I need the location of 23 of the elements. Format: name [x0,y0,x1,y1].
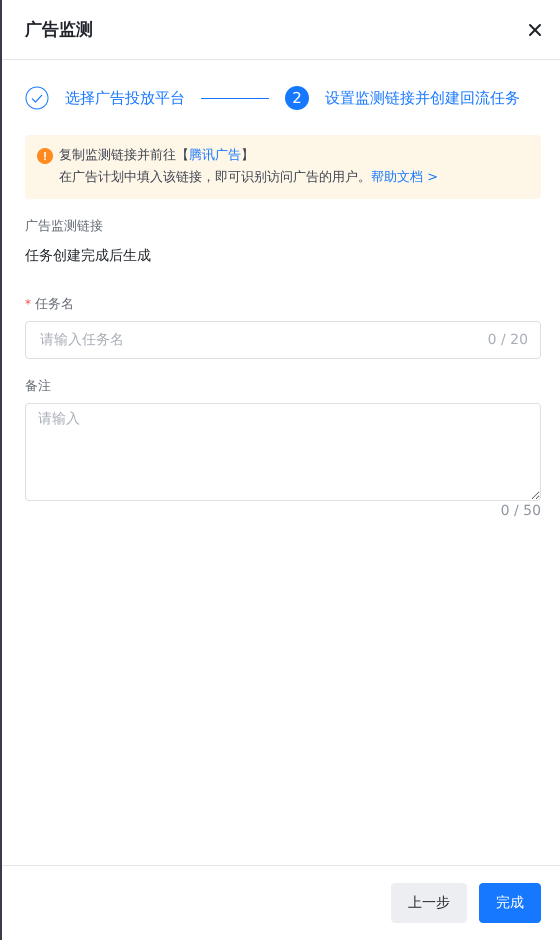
field-label: 任务名 [35,296,74,313]
remark-field[interactable]: 请输入 [25,403,541,501]
step-label: 选择广告投放平台 [65,88,185,108]
field-value: 任务创建完成后生成 [25,247,152,265]
step-number: 2 [285,86,309,110]
step-label: 设置监测链接并创建回流任务 [325,88,520,108]
char-counter: 0 / 50 [500,503,541,519]
check-circle-icon [25,86,49,110]
task-name-field[interactable]: 请输入任务名 0 / 20 [25,321,541,359]
warning-icon [37,148,53,164]
alert-text: 在广告计划中填入该链接，即可识别访问广告的用户。帮助文档 > [59,169,438,187]
finish-button[interactable]: 完成 [479,883,541,923]
back-button[interactable]: 上一步 [391,883,467,923]
close-icon[interactable] [528,22,542,36]
alert-link[interactable]: 帮助文档 > [371,170,438,185]
text-input[interactable]: 请输入任务名 [38,331,488,349]
alert-text: 复制监测链接并前往【腾讯广告】 [59,147,255,165]
required-mark: * [25,297,31,311]
char-counter: 0 / 20 [488,332,528,348]
field-label: 备注 [25,378,51,395]
alert-link[interactable]: 腾讯广告 [189,148,241,163]
dialog-title: 广告监测 [25,19,93,41]
field-label: 广告监测链接 [25,218,103,235]
